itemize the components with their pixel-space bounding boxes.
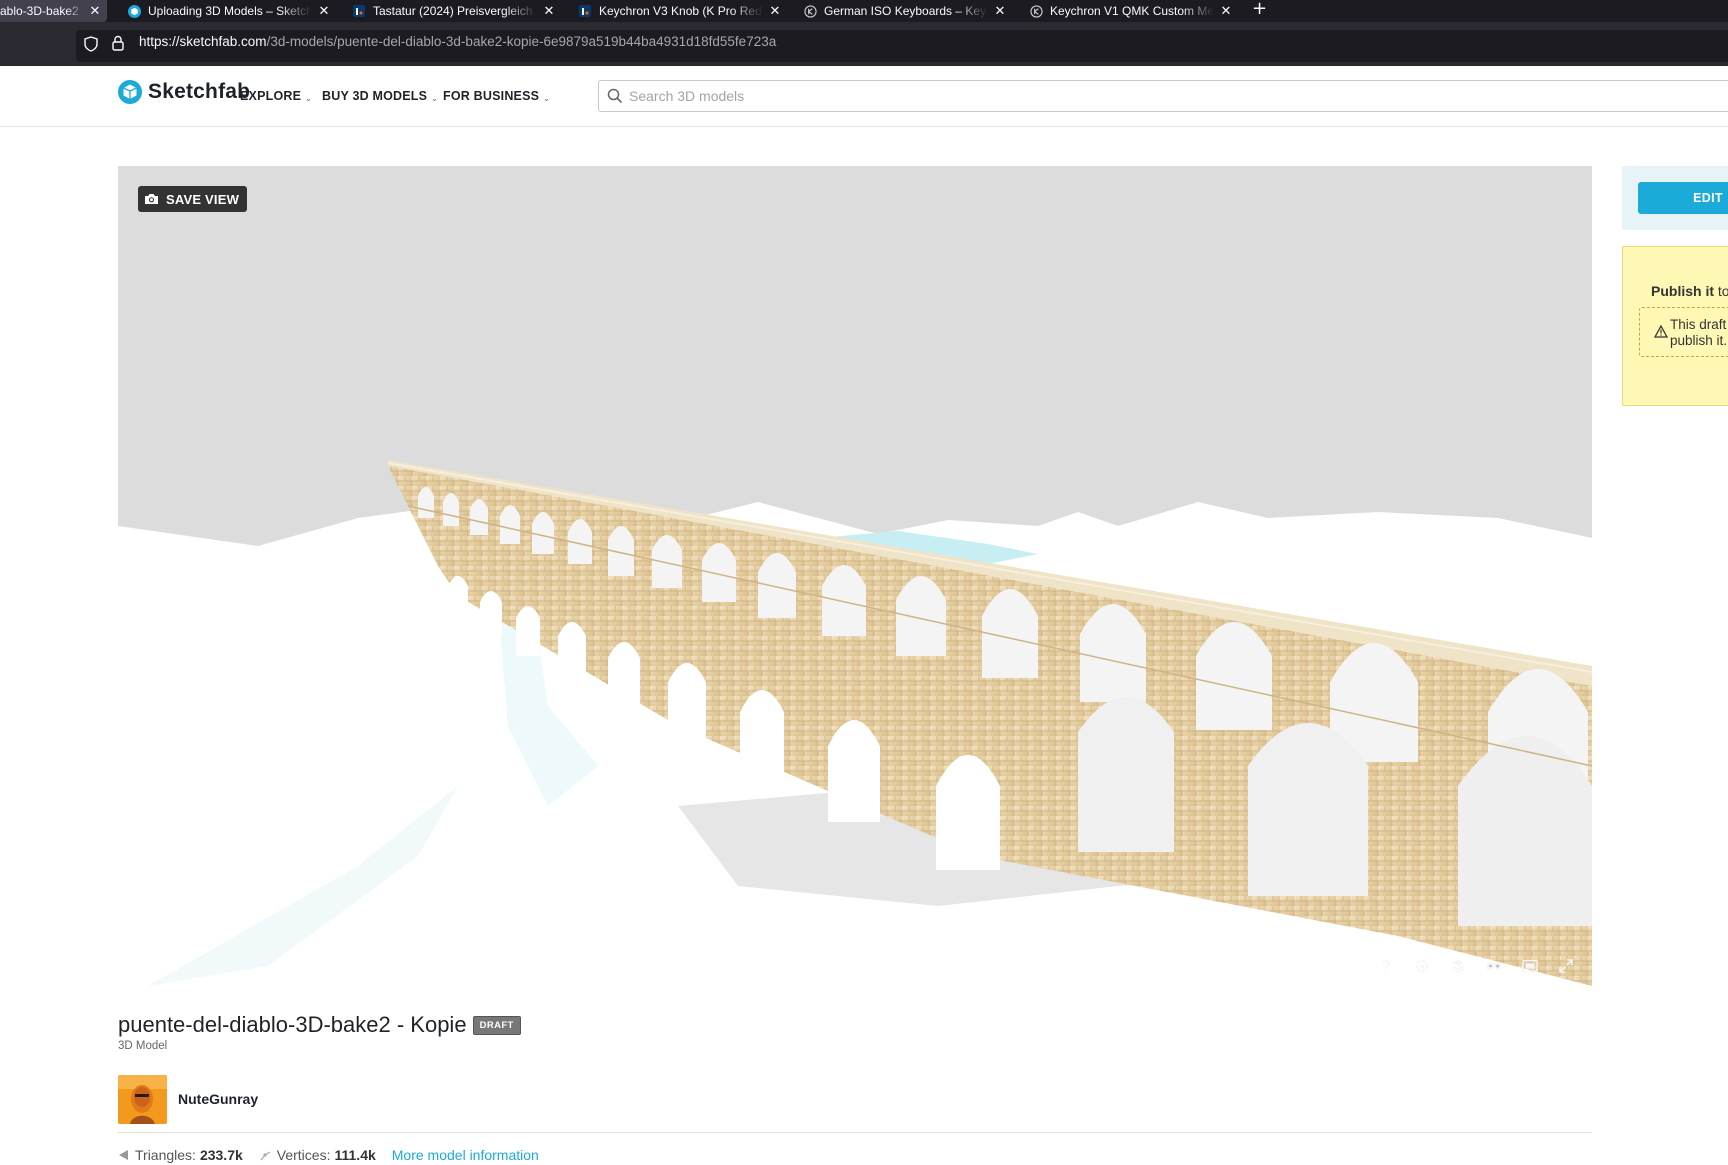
save-view-button[interactable]: SAVE VIEW: [138, 186, 248, 212]
shield-icon[interactable]: [84, 36, 98, 57]
site-header: Sketchfab EXPLORE ⌄ BUY 3D MODELS ⌄ FOR BU…: [0, 66, 1728, 127]
nav-for-business[interactable]: FOR BUSINESS ⌄: [443, 89, 550, 103]
browser-tab[interactable]: Keychron V3 Knob (K Pro Red) | ✕: [578, 0, 783, 22]
close-icon[interactable]: ✕: [992, 3, 1008, 19]
tab-title: Uploading 3D Models – Sketchfab: [148, 4, 312, 18]
browser-tab[interactable]: German ISO Keyboards – Keychron ✕: [803, 0, 1008, 22]
model-render: [118, 460, 1592, 990]
nav-explore[interactable]: EXPLORE ⌄: [240, 89, 312, 103]
fullscreen-icon[interactable]: [1558, 958, 1574, 974]
search-input[interactable]: [629, 85, 1229, 107]
keychron-favicon-icon: [1029, 4, 1043, 18]
edit-label: EDIT: [1693, 191, 1723, 205]
nav-label: EXPLORE: [240, 89, 302, 103]
model-title: puente-del-diablo-3D-bake2 - Kopie DRAFT: [118, 1012, 521, 1038]
layers-icon[interactable]: [1450, 958, 1466, 974]
theater-mode-icon[interactable]: [1522, 958, 1538, 974]
draft-text-line: publish it.: [1670, 333, 1728, 348]
browser-tab-bar: ablo-3D-bake2 - ✕ Uploading 3D Models – …: [0, 0, 1728, 22]
vertices-label: Vertices:: [276, 1147, 331, 1163]
url-domain: https://sketchfab.com: [139, 34, 267, 49]
tab-title: German ISO Keyboards – Keychron: [824, 4, 988, 18]
search-box: [598, 80, 1728, 112]
model-title-text: puente-del-diablo-3D-bake2 - Kopie: [118, 1012, 467, 1037]
close-icon[interactable]: ✕: [316, 3, 332, 19]
url-bar: https://sketchfab.com/3d-models/puente-d…: [0, 26, 1728, 66]
browser-tab[interactable]: Keychron V1 QMK Custom Mech ✕: [1029, 0, 1234, 22]
publish-rest: to: [1717, 283, 1728, 299]
draft-badge: DRAFT: [472, 1015, 521, 1035]
close-icon[interactable]: ✕: [87, 3, 103, 19]
edit-panel: EDIT: [1622, 166, 1728, 230]
idealo-favicon-icon: [352, 4, 366, 18]
tab-title: Keychron V3 Knob (K Pro Red) |: [599, 4, 763, 18]
publish-notice: Publish it to This draft publish it.: [1622, 246, 1728, 406]
keychron-favicon-icon: [803, 4, 817, 18]
tab-title: Tastatur (2024) Preisvergleich |: [373, 4, 537, 18]
close-icon[interactable]: ✕: [767, 3, 783, 19]
save-view-label: SAVE VIEW: [166, 191, 240, 207]
close-icon[interactable]: ✕: [541, 3, 557, 19]
nav-label: BUY 3D MODELS: [322, 89, 428, 103]
browser-tab[interactable]: Uploading 3D Models – Sketchfab ✕: [127, 0, 332, 22]
search-icon[interactable]: [607, 88, 623, 109]
close-icon[interactable]: ✕: [1218, 3, 1234, 19]
draft-text: This draft publish it.: [1670, 317, 1727, 349]
lock-icon[interactable]: [112, 35, 124, 56]
vertices-stat: Vertices: 111.4k: [259, 1147, 376, 1163]
avatar[interactable]: [118, 1075, 167, 1124]
chevron-down-icon: ⌄: [431, 94, 439, 103]
sketchfab-favicon-icon: [127, 4, 141, 18]
vertices-value: 111.4k: [334, 1147, 376, 1163]
triangles-value: 233.7k: [199, 1147, 243, 1163]
viewer-controls: [1378, 958, 1574, 974]
publish-bold: Publish it: [1651, 283, 1714, 299]
triangles-label: Triangles:: [135, 1147, 196, 1163]
divider: [118, 1132, 1592, 1133]
tab-title: Keychron V1 QMK Custom Mech: [1050, 4, 1214, 18]
help-icon[interactable]: [1378, 958, 1394, 974]
nav-buy-3d-models[interactable]: BUY 3D MODELS ⌄: [322, 89, 438, 103]
url-path: /3d-models/puente-del-diablo-3d-bake2-ko…: [266, 34, 777, 49]
browser-tab-active[interactable]: ablo-3D-bake2 - ✕: [0, 0, 107, 22]
model-viewer[interactable]: SAVE VIEW: [118, 166, 1592, 990]
sketchfab-logo-icon: [118, 80, 142, 104]
settings-icon[interactable]: [1414, 958, 1430, 974]
sketchfab-logo[interactable]: Sketchfab: [118, 80, 250, 104]
url-text[interactable]: https://sketchfab.com/3d-models/puente-d…: [139, 34, 776, 49]
more-model-info-link[interactable]: More model information: [392, 1147, 539, 1163]
new-tab-button[interactable]: +: [1252, 0, 1267, 19]
model-stats: Triangles: 233.7k Vertices: 111.4k More …: [118, 1147, 539, 1163]
draft-text-line: This draft: [1670, 317, 1727, 332]
warning-icon: [1653, 324, 1669, 343]
triangle-icon: [118, 1149, 129, 1161]
model-type: 3D Model: [118, 1040, 168, 1052]
chevron-down-icon: ⌄: [543, 94, 551, 103]
camera-icon: [144, 193, 159, 205]
tab-title: ablo-3D-bake2 -: [0, 4, 83, 18]
triangles-stat: Triangles: 233.7k: [118, 1147, 243, 1163]
vr-icon[interactable]: [1486, 958, 1502, 974]
idealo-favicon-icon: [578, 4, 592, 18]
vertex-icon: [259, 1149, 271, 1161]
chevron-down-icon: ⌄: [305, 94, 313, 103]
edit-button[interactable]: EDIT: [1638, 182, 1728, 214]
nav-label: FOR BUSINESS: [443, 89, 540, 103]
publish-title: Publish it to: [1651, 283, 1728, 299]
author-name[interactable]: NuteGunray: [178, 1091, 258, 1107]
browser-tab[interactable]: Tastatur (2024) Preisvergleich | ✕: [352, 0, 557, 22]
brand-name: Sketchfab: [148, 80, 251, 103]
draft-note: This draft publish it.: [1639, 307, 1728, 357]
